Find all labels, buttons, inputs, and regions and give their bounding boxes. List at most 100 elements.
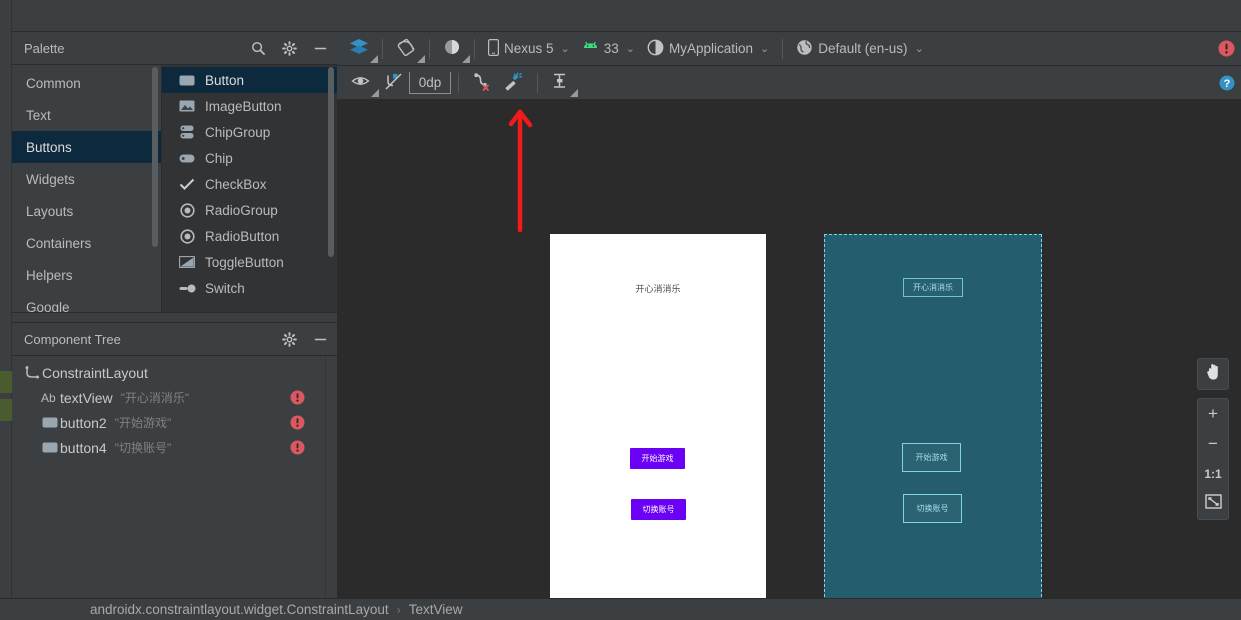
palette-category-common[interactable]: Common <box>12 67 161 99</box>
error-icon[interactable] <box>290 390 305 405</box>
left-tool-strip <box>0 0 12 620</box>
palette-title: Palette <box>24 40 65 56</box>
breadcrumb-item-textview[interactable]: TextView <box>409 602 463 617</box>
status-bar: androidx.constraintlayout.widget.Constra… <box>0 598 1241 620</box>
palette-category-containers[interactable]: Containers <box>12 227 161 259</box>
default-margin-selector[interactable]: 0dp <box>409 71 451 94</box>
palette-body: Common Text Buttons Widgets Layouts Cont… <box>12 65 337 322</box>
palette-item-imagebutton[interactable]: ImageButton <box>162 93 337 119</box>
palette-category-helpers[interactable]: Helpers <box>12 259 161 291</box>
palette-category-layouts[interactable]: Layouts <box>12 195 161 227</box>
chevron-down-icon: ⌄ <box>625 43 635 55</box>
button-icon <box>40 440 60 456</box>
ui-mode-button[interactable] <box>437 36 470 63</box>
category-label: Containers <box>26 235 92 251</box>
left-vertical-tab-1[interactable] <box>0 371 12 393</box>
api-level-selector[interactable]: 33 ⌄ <box>576 36 641 62</box>
palette-category-widgets[interactable]: Widgets <box>12 163 161 195</box>
error-icon[interactable] <box>290 415 305 430</box>
tree-row[interactable]: ConstraintLayout <box>12 360 337 385</box>
palette-items-scrollbar[interactable] <box>328 67 334 257</box>
palette-category-list: Common Text Buttons Widgets Layouts Cont… <box>12 65 162 322</box>
clear-constraints-icon <box>472 72 492 94</box>
actual-size-button[interactable]: 1:1 <box>1198 459 1228 489</box>
palette-item-label: ChipGroup <box>205 124 271 140</box>
blueprint-title-box[interactable]: 开心消消乐 <box>903 278 963 297</box>
minimize-icon[interactable] <box>312 40 329 57</box>
palette-category-buttons[interactable]: Buttons <box>12 131 161 163</box>
design-mode-button[interactable] <box>343 36 378 63</box>
palette-item-button[interactable]: Button <box>162 67 337 93</box>
design-canvas[interactable]: 开心消消乐 开始游戏 切换账号 开心消消乐 开始游戏 切换账号 + − 1:1 <box>337 100 1241 600</box>
autoconnect-button[interactable] <box>378 70 409 96</box>
zoom-out-button[interactable]: − <box>1198 429 1228 459</box>
image-button-icon <box>178 98 196 114</box>
preview-start-game-button[interactable]: 开始游戏 <box>630 448 685 469</box>
pan-hand-icon <box>1205 363 1222 386</box>
pan-hand-button[interactable] <box>1198 359 1228 389</box>
toolbar-separator <box>537 72 538 93</box>
palette-item-label: ToggleButton <box>205 254 284 270</box>
design-surface[interactable]: 开心消消乐 开始游戏 切换账号 <box>550 234 766 600</box>
device-label: Nexus 5 <box>504 41 554 56</box>
minimize-icon[interactable] <box>312 331 329 348</box>
theme-label: MyApplication <box>669 41 754 56</box>
margin-value: 0dp <box>418 74 442 90</box>
palette-panel: Palette Common Text Buttons Widgets Layo… <box>12 32 337 322</box>
palette-item-label: Button <box>205 72 245 88</box>
guidelines-button[interactable] <box>545 70 578 97</box>
palette-item-switch[interactable]: Switch <box>162 275 337 301</box>
preview-switch-account-button[interactable]: 切换账号 <box>631 499 686 520</box>
error-icon[interactable] <box>1218 40 1235 57</box>
chip-icon <box>178 150 196 166</box>
palette-item-chip[interactable]: Chip <box>162 145 337 171</box>
checkbox-icon <box>178 176 196 192</box>
palette-item-label: RadioGroup <box>205 202 278 218</box>
api-level-label: 33 <box>603 41 619 56</box>
palette-header: Palette <box>12 32 337 65</box>
palette-item-radiogroup[interactable]: RadioGroup <box>162 197 337 223</box>
breadcrumb-separator: › <box>396 602 401 617</box>
tree-node-value: "切换账号" <box>114 441 172 455</box>
palette-item-checkbox[interactable]: CheckBox <box>162 171 337 197</box>
component-tree-panel: Component Tree ConstraintLayout Ab textV… <box>12 322 337 599</box>
locale-selector[interactable]: Default (en-us) ⌄ <box>790 36 930 62</box>
palette-category-text[interactable]: Text <box>12 99 161 131</box>
blueprint-surface[interactable]: 开心消消乐 开始游戏 切换账号 <box>824 234 1042 600</box>
palette-category-scrollbar[interactable] <box>152 67 158 247</box>
palette-item-togglebutton[interactable]: ToggleButton <box>162 249 337 275</box>
fit-to-screen-icon <box>1204 494 1222 514</box>
blueprint-switch-account-button[interactable]: 切换账号 <box>903 494 962 523</box>
palette-item-chipgroup[interactable]: ChipGroup <box>162 119 337 145</box>
blueprint-start-game-button[interactable]: 开始游戏 <box>902 443 961 472</box>
tree-row[interactable]: button2 "开始游戏" <box>12 410 337 435</box>
visibility-button[interactable] <box>345 70 379 97</box>
infer-constraints-button[interactable] <box>498 70 530 96</box>
gear-icon[interactable] <box>281 331 298 348</box>
palette-item-list: Button ImageButton ChipGroup Chip CheckB… <box>162 65 337 322</box>
left-vertical-tab-2[interactable] <box>0 399 12 421</box>
theme-selector[interactable]: MyApplication ⌄ <box>641 36 775 62</box>
zoom-in-button[interactable]: + <box>1198 399 1228 429</box>
tree-row[interactable]: Ab textView "开心消消乐" <box>12 385 337 410</box>
help-icon[interactable]: ? <box>1219 75 1235 91</box>
button-icon <box>40 415 60 431</box>
tree-row[interactable]: button4 "切换账号" <box>12 435 337 460</box>
palette-item-label: Switch <box>205 280 245 296</box>
search-icon[interactable] <box>250 40 267 57</box>
gear-icon[interactable] <box>281 40 298 57</box>
breadcrumb-item-root[interactable]: androidx.constraintlayout.widget.Constra… <box>90 602 389 617</box>
radio-group-icon <box>178 202 196 218</box>
fit-to-screen-button[interactable] <box>1198 489 1228 519</box>
error-icon[interactable] <box>290 440 305 455</box>
component-tree-header: Component Tree <box>12 323 337 356</box>
tree-node-name: ConstraintLayout <box>42 364 148 381</box>
zoom-button-group: + − 1:1 <box>1197 398 1229 520</box>
locale-label: Default (en-us) <box>818 41 908 56</box>
clear-constraints-button[interactable] <box>466 70 498 96</box>
orientation-button[interactable] <box>390 36 425 63</box>
device-selector[interactable]: Nexus 5 ⌄ <box>482 36 576 62</box>
toolbar-separator <box>474 38 475 59</box>
palette-item-radiobutton[interactable]: RadioButton <box>162 223 337 249</box>
component-tree-right-rail <box>325 356 337 599</box>
